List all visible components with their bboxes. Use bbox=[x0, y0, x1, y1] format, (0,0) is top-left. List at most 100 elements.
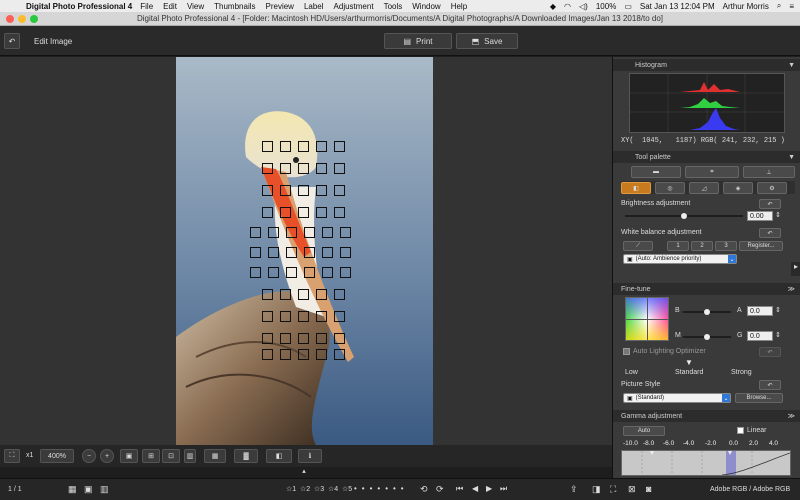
menu-help[interactable]: Help bbox=[451, 2, 467, 11]
brightness-slider[interactable] bbox=[625, 213, 743, 219]
sub-tab-curve[interactable]: ◿ bbox=[689, 182, 719, 194]
collapse-icon[interactable]: ▼ bbox=[788, 154, 795, 161]
pelican-photo[interactable] bbox=[176, 57, 433, 445]
g-value-field[interactable]: 0.0 bbox=[747, 331, 773, 341]
stepper-icon[interactable]: ⇕ bbox=[775, 331, 781, 339]
histogram-header[interactable]: Histogram ▼ bbox=[613, 59, 800, 71]
sub-tab-settings[interactable]: ⚙ bbox=[757, 182, 787, 194]
linear-checkbox[interactable] bbox=[737, 427, 744, 434]
export-icon[interactable]: ⇪ bbox=[570, 484, 578, 495]
wb-preset-1[interactable]: 1 bbox=[667, 241, 689, 251]
picture-style-browse-button[interactable]: Browse... bbox=[735, 393, 783, 403]
menu-tools[interactable]: Tools bbox=[384, 2, 403, 11]
wb-preset-3[interactable]: 3 bbox=[715, 241, 737, 251]
tool-tab-stamp[interactable]: ⊥ bbox=[743, 166, 795, 178]
check-mark-dots[interactable]: ••••••• bbox=[354, 484, 409, 493]
back-button[interactable]: ↶ bbox=[4, 33, 20, 49]
menu-app-name[interactable]: Digital Photo Professional 4 bbox=[26, 2, 132, 11]
rating-4-icon[interactable]: ☆4 bbox=[328, 485, 338, 493]
brightness-reset-button[interactable]: ↶ bbox=[759, 199, 781, 209]
volume-icon[interactable]: ◁) bbox=[579, 2, 588, 11]
battery-percent[interactable]: 100% bbox=[596, 2, 616, 11]
wb-reset-button[interactable]: ↶ bbox=[759, 228, 781, 238]
gamma-graph[interactable] bbox=[621, 450, 791, 476]
stepper-icon[interactable]: ⇕ bbox=[775, 306, 781, 314]
menu-preview[interactable]: Preview bbox=[266, 2, 294, 11]
menu-thumbnails[interactable]: Thumbnails bbox=[214, 2, 255, 11]
af-points-button[interactable]: ⊞ bbox=[142, 449, 160, 463]
battery-icon[interactable]: ▭ bbox=[624, 2, 632, 11]
brightness-value-field[interactable]: 0.00 bbox=[747, 211, 773, 221]
zoom-out-button[interactable]: − bbox=[82, 449, 96, 463]
alo-level-strong[interactable]: Strong bbox=[731, 369, 752, 376]
collapse-icon[interactable]: ▼ bbox=[788, 62, 795, 69]
alo-checkbox[interactable] bbox=[623, 348, 630, 355]
panel-collapse-handle[interactable]: ▸ bbox=[791, 262, 800, 276]
window-close-button[interactable] bbox=[6, 15, 14, 23]
b-a-slider[interactable] bbox=[683, 309, 731, 315]
gamma-auto-button[interactable]: Auto bbox=[623, 426, 665, 436]
window-zoom-button[interactable] bbox=[30, 15, 38, 23]
rotate-left-icon[interactable]: ⟲ bbox=[420, 484, 428, 495]
double-chevron-icon[interactable]: ≫ bbox=[788, 285, 795, 293]
menu-window[interactable]: Window bbox=[412, 2, 440, 11]
layout-select[interactable]: ▦ bbox=[204, 449, 226, 463]
rotate-right-icon[interactable]: ⟳ bbox=[436, 484, 444, 495]
menu-view[interactable]: View bbox=[187, 2, 204, 11]
compare-view-icon[interactable]: ⊠ bbox=[628, 484, 636, 495]
zoom-x1-label[interactable]: x1 bbox=[26, 452, 33, 459]
first-image-icon[interactable]: ⏮ bbox=[456, 484, 463, 494]
filmstrip-view-icon[interactable]: ▥ bbox=[100, 484, 109, 495]
rating-2-icon[interactable]: ☆2 bbox=[300, 485, 310, 493]
double-chevron-icon[interactable]: ≫ bbox=[788, 412, 795, 420]
zoom-level-select[interactable]: 400% bbox=[40, 449, 74, 463]
m-g-slider[interactable] bbox=[683, 334, 731, 340]
rating-3-icon[interactable]: ☆3 bbox=[314, 485, 324, 493]
wb-mode-select[interactable]: ▣ (Auto: Ambience priority) ⌄ bbox=[623, 254, 737, 264]
gamma-header[interactable]: Gamma adjustment ≫ bbox=[613, 410, 800, 422]
panel-toggle-icon[interactable]: ◨ bbox=[592, 484, 601, 495]
rating-1-icon[interactable]: ☆1 bbox=[286, 485, 296, 493]
prev-image-icon[interactable]: ◀ bbox=[472, 484, 478, 493]
color-wheel[interactable] bbox=[625, 297, 669, 341]
menu-edit[interactable]: Edit bbox=[163, 2, 177, 11]
stepper-icon[interactable]: ⇕ bbox=[775, 211, 781, 219]
thumbnail-view-icon[interactable]: ▦ bbox=[68, 484, 77, 495]
rating-5-icon[interactable]: ☆5 bbox=[342, 485, 352, 493]
compare-button[interactable]: ◧ bbox=[266, 449, 292, 463]
a-value-field[interactable]: 0.0 bbox=[747, 306, 773, 316]
sub-tab-tone[interactable]: ◎ bbox=[655, 182, 685, 194]
alo-level-standard[interactable]: Standard bbox=[675, 369, 703, 376]
notification-center-icon[interactable]: ≡ bbox=[789, 2, 794, 11]
tool-tab-crop[interactable]: ⌗ bbox=[685, 166, 739, 178]
zoom-in-button[interactable]: + bbox=[100, 449, 114, 463]
fit-screen-button[interactable]: ⛶ bbox=[4, 449, 20, 463]
m-g-knob[interactable] bbox=[704, 334, 710, 340]
tool-palette-header[interactable]: Tool palette ▼ bbox=[613, 151, 800, 163]
save-button[interactable]: ⬒ Save bbox=[456, 33, 518, 49]
wb-eyedropper-button[interactable]: ⟋ bbox=[623, 241, 653, 251]
print-button[interactable]: ▤ Print bbox=[384, 33, 452, 49]
sub-tab-color[interactable]: ◈ bbox=[723, 182, 753, 194]
tool-tab-develop[interactable]: ▬ bbox=[631, 166, 681, 178]
expand-filmstrip-icon[interactable]: ▴ bbox=[296, 467, 312, 478]
alo-reset-button[interactable]: ↶ bbox=[759, 347, 781, 357]
menu-label[interactable]: Label bbox=[304, 2, 324, 11]
alo-level-low[interactable]: Low bbox=[625, 369, 638, 376]
wb-register-button[interactable]: Register... bbox=[739, 241, 783, 251]
single-view-icon[interactable]: ▣ bbox=[84, 484, 93, 495]
fine-tune-header[interactable]: Fine-tune ≫ bbox=[613, 283, 800, 295]
b-a-knob[interactable] bbox=[704, 309, 710, 315]
wifi-icon[interactable]: ◠ bbox=[564, 2, 571, 11]
menubar-user[interactable]: Arthur Morris bbox=[723, 2, 769, 11]
dropbox-icon[interactable]: ◆ bbox=[550, 2, 556, 11]
highlight-warning-button[interactable]: ▓ bbox=[234, 449, 258, 463]
next-image-icon[interactable]: ▶ bbox=[486, 484, 492, 493]
window-minimize-button[interactable] bbox=[18, 15, 26, 23]
menubar-clock[interactable]: Sat Jan 13 12:04 PM bbox=[640, 2, 715, 11]
brightness-slider-knob[interactable] bbox=[681, 213, 687, 219]
wb-preset-2[interactable]: 2 bbox=[691, 241, 713, 251]
camera-icon[interactable]: ◙ bbox=[646, 484, 651, 494]
sub-tab-basic[interactable]: ◧ bbox=[621, 182, 651, 194]
alo-level-marker[interactable]: ▼ bbox=[685, 358, 693, 367]
